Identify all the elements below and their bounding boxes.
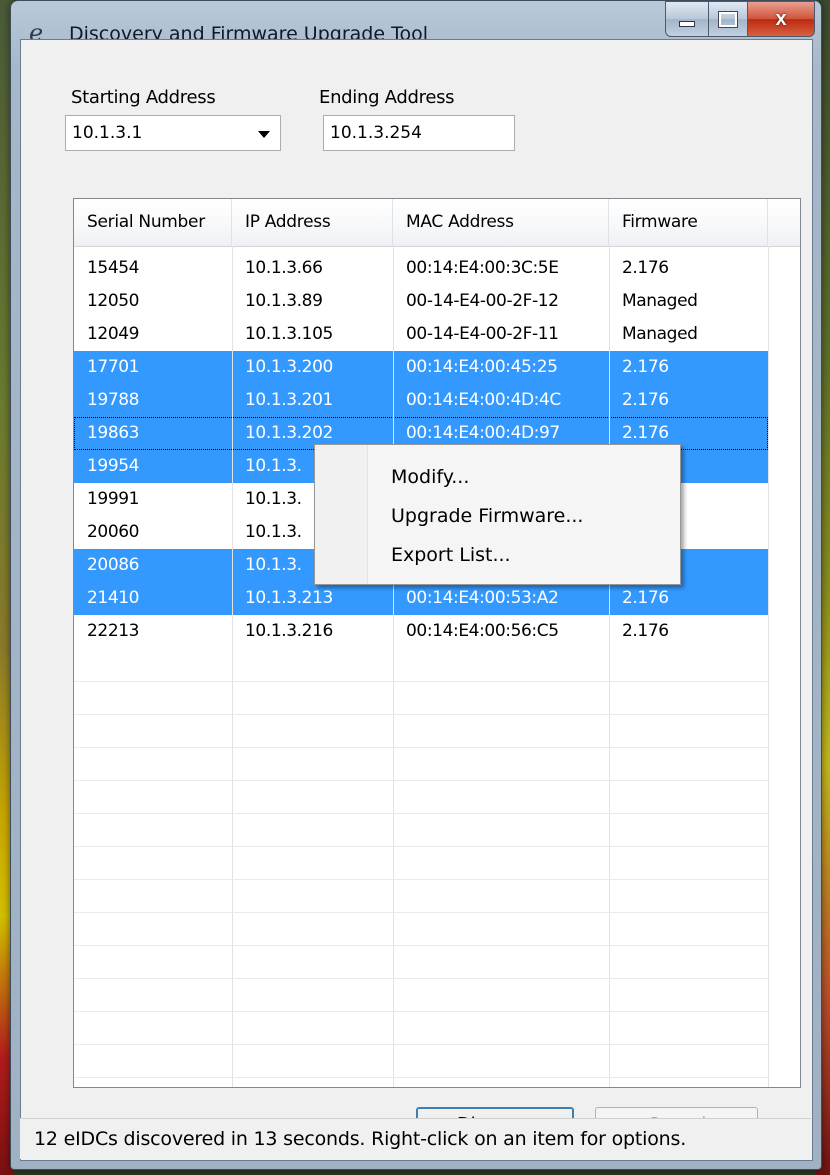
table-row[interactable]: 19788 10.1.3.201 00:14:E4:00:4D:4C 2.176 bbox=[74, 384, 768, 417]
ending-address-value: 10.1.3.254 bbox=[330, 123, 422, 143]
cell-firmware: 2.176 bbox=[622, 588, 669, 608]
minimize-icon bbox=[679, 21, 695, 27]
cell-serial: 20086 bbox=[87, 555, 140, 575]
column-header-firmware[interactable]: Firmware bbox=[609, 199, 768, 246]
cell-firmware: Managed bbox=[622, 291, 698, 311]
column-header-serial[interactable]: Serial Number bbox=[74, 199, 232, 246]
chevron-down-icon[interactable] bbox=[258, 131, 270, 138]
device-list[interactable]: Serial Number IP Address MAC Address Fir… bbox=[73, 198, 801, 1088]
cell-serial: 19788 bbox=[87, 390, 140, 410]
context-menu: Modify... Upgrade Firmware... Export Lis… bbox=[314, 444, 681, 585]
list-header: Serial Number IP Address MAC Address Fir… bbox=[74, 199, 800, 247]
close-button[interactable]: x bbox=[748, 1, 815, 37]
grid-line-horizontal bbox=[74, 1044, 768, 1045]
app-window: e Discovery and Firmware Upgrade Tool x … bbox=[10, 0, 822, 1170]
cell-serial: 15454 bbox=[87, 258, 140, 278]
grid-line-horizontal bbox=[74, 1011, 768, 1012]
grid-line-horizontal bbox=[74, 747, 768, 748]
starting-address-value: 10.1.3.1 bbox=[72, 123, 143, 143]
grid-line-horizontal bbox=[74, 681, 768, 682]
cell-ip: 10.1.3.105 bbox=[245, 324, 333, 344]
cell-firmware: 2.176 bbox=[622, 621, 669, 641]
cell-ip: 10.1.3.200 bbox=[245, 357, 333, 377]
cell-serial: 19991 bbox=[87, 489, 140, 509]
cell-mac: 00-14-E4-00-2F-12 bbox=[406, 291, 559, 311]
cell-mac: 00:14:E4:00:3C:5E bbox=[406, 258, 559, 278]
table-row[interactable]: 22213 10.1.3.216 00:14:E4:00:56:C5 2.176 bbox=[74, 615, 768, 648]
table-row[interactable]: 12050 10.1.3.89 00-14-E4-00-2F-12 Managed bbox=[74, 285, 768, 318]
cell-mac: 00:14:E4:00:53:A2 bbox=[406, 588, 559, 608]
column-header-ip[interactable]: IP Address bbox=[232, 199, 393, 246]
cell-mac: 00-14-E4-00-2F-11 bbox=[406, 324, 559, 344]
grid-line-horizontal bbox=[74, 813, 768, 814]
grid-line-horizontal bbox=[74, 912, 768, 913]
close-icon: x bbox=[775, 7, 787, 30]
cell-serial: 12049 bbox=[87, 324, 140, 344]
status-bar: 12 eIDCs discovered in 13 seconds. Right… bbox=[20, 1118, 811, 1159]
table-row[interactable]: 17701 10.1.3.200 00:14:E4:00:45:25 2.176 bbox=[74, 351, 768, 384]
grid-line-horizontal bbox=[74, 780, 768, 781]
grid-line-vertical bbox=[609, 246, 610, 1087]
maximize-icon bbox=[718, 10, 738, 28]
table-row[interactable]: 15454 10.1.3.66 00:14:E4:00:3C:5E 2.176 bbox=[74, 252, 768, 285]
cell-ip: 10.1.3.66 bbox=[245, 258, 323, 278]
table-row[interactable]: 12049 10.1.3.105 00-14-E4-00-2F-11 Managed bbox=[74, 318, 768, 351]
status-text: 12 eIDCs discovered in 13 seconds. Right… bbox=[34, 1128, 687, 1150]
table-row[interactable]: 21410 10.1.3.213 00:14:E4:00:53:A2 2.176 bbox=[74, 582, 768, 615]
ending-address-label: Ending Address bbox=[319, 87, 455, 108]
cell-serial: 21410 bbox=[87, 588, 140, 608]
starting-address-combobox[interactable]: 10.1.3.1 bbox=[65, 115, 281, 151]
cell-ip: 10.1.3.201 bbox=[245, 390, 333, 410]
client-area: Starting Address Ending Address 10.1.3.1… bbox=[20, 39, 813, 1161]
context-menu-gutter bbox=[315, 445, 368, 584]
cell-serial: 22213 bbox=[87, 621, 140, 641]
column-header-mac[interactable]: MAC Address bbox=[393, 199, 609, 246]
cell-ip: 10.1.3.213 bbox=[245, 588, 333, 608]
grid-line-horizontal bbox=[74, 714, 768, 715]
grid-line-horizontal bbox=[74, 1077, 768, 1078]
cell-serial: 19863 bbox=[87, 423, 140, 443]
cell-firmware: 2.176 bbox=[622, 390, 669, 410]
grid-line-horizontal bbox=[74, 945, 768, 946]
cell-firmware: 2.176 bbox=[622, 258, 669, 278]
starting-address-label: Starting Address bbox=[71, 87, 216, 108]
caption-buttons: x bbox=[665, 1, 815, 39]
cell-serial: 17701 bbox=[87, 357, 140, 377]
minimize-button[interactable] bbox=[665, 1, 709, 37]
grid-line-horizontal bbox=[74, 978, 768, 979]
cell-ip: 10.1.3.89 bbox=[245, 291, 323, 311]
cell-serial: 19954 bbox=[87, 456, 140, 476]
menu-item-modify[interactable]: Modify... bbox=[369, 457, 691, 497]
grid-line-horizontal bbox=[74, 879, 768, 880]
grid-line-vertical bbox=[232, 246, 233, 1087]
cell-mac: 00:14:E4:00:56:C5 bbox=[406, 621, 559, 641]
cell-mac: 00:14:E4:00:45:25 bbox=[406, 357, 558, 377]
cell-serial: 12050 bbox=[87, 291, 140, 311]
cell-mac: 00:14:E4:00:4D:4C bbox=[406, 390, 561, 410]
grid-line-horizontal bbox=[74, 846, 768, 847]
cell-firmware: 2.176 bbox=[622, 357, 669, 377]
ending-address-input[interactable]: 10.1.3.254 bbox=[323, 115, 515, 151]
grid-line-vertical bbox=[393, 246, 394, 1087]
menu-item-export-list[interactable]: Export List... bbox=[369, 535, 691, 575]
cell-serial: 20060 bbox=[87, 522, 140, 542]
grid-line-vertical bbox=[768, 246, 769, 1087]
cell-ip: 10.1.3.216 bbox=[245, 621, 333, 641]
cell-firmware: Managed bbox=[622, 324, 698, 344]
maximize-button[interactable] bbox=[709, 1, 748, 37]
menu-item-upgrade-firmware[interactable]: Upgrade Firmware... bbox=[369, 496, 691, 536]
